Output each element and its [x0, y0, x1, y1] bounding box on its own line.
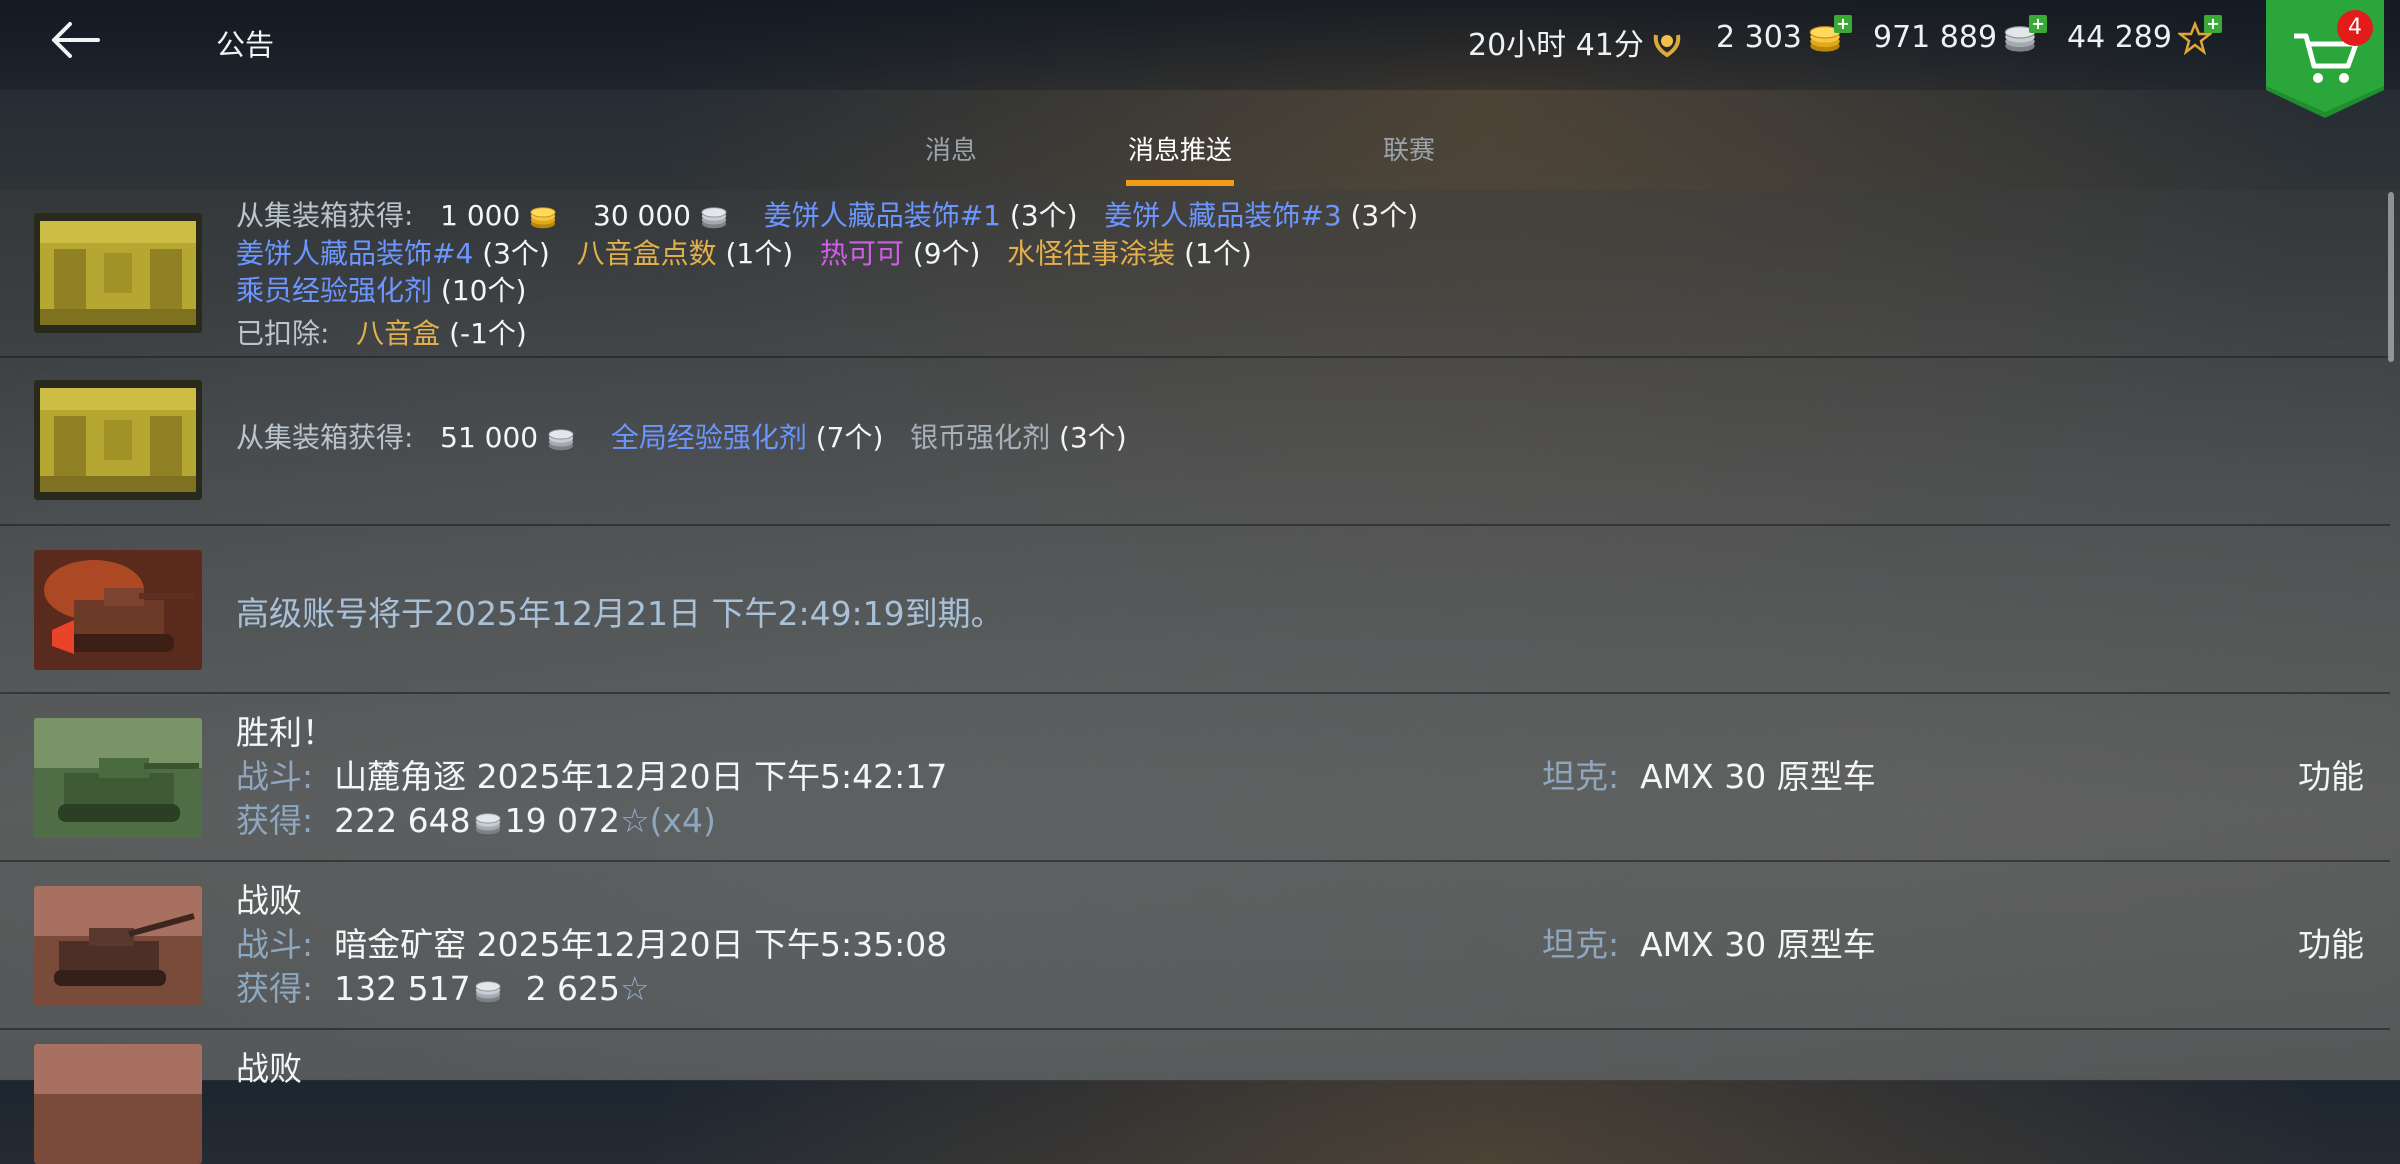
- tank-info: 坦克: AMX 30 原型车: [1542, 757, 1876, 796]
- tank-info: 坦克: AMX 30 原型车: [1542, 925, 1876, 964]
- defeat-battle-thumbnail: [34, 1044, 202, 1164]
- tab-bar: 消息 消息推送 联赛: [0, 130, 2400, 190]
- list-item[interactable]: 从集装箱获得: 51 000 全局经验强化剂 (7个) 银币强化剂 (3个): [0, 358, 2390, 526]
- message-line: 乘员经验强化剂 (10个): [236, 274, 527, 307]
- premium-laurel-icon: [1650, 25, 1684, 59]
- silver-coins-icon: [701, 207, 727, 229]
- plus-icon[interactable]: +: [2203, 14, 2222, 33]
- premium-time-value: 20小时 41分: [1468, 28, 1644, 63]
- scrollbar[interactable]: [2388, 192, 2394, 362]
- tab-message-push[interactable]: 消息推送: [1128, 130, 1232, 167]
- cart-badge: 4: [2337, 10, 2373, 46]
- container-thumbnail: [34, 213, 202, 333]
- page-title: 公告: [216, 28, 275, 62]
- silver-coins-icon: [474, 980, 501, 1003]
- gold-coins-icon: [530, 207, 556, 229]
- silver-coins-icon: [474, 812, 501, 835]
- message-list[interactable]: 从集装箱获得: 1 000 30 000 姜饼人藏品装饰#1 (3个) 姜饼人藏…: [0, 190, 2400, 1164]
- active-tab-underline: [1126, 180, 1234, 186]
- battle-result: 战败: [236, 881, 302, 920]
- silver-coins-icon: [548, 429, 574, 451]
- free-xp-star-icon: +: [2176, 14, 2222, 55]
- container-thumbnail: [34, 380, 202, 500]
- tab-messages[interactable]: 消息: [925, 130, 977, 167]
- message-line: 从集装箱获得: 51 000 全局经验强化剂 (7个) 银币强化剂 (3个): [236, 421, 1127, 454]
- back-arrow-icon[interactable]: [50, 18, 102, 62]
- defeat-battle-thumbnail: [34, 886, 202, 1006]
- battle-info: 战斗: 山麓角逐 2025年12月20日 下午5:42:17: [236, 757, 948, 796]
- silver-value: 971 889: [1873, 20, 1998, 55]
- plus-icon[interactable]: +: [1833, 14, 1852, 33]
- gold-value: 2 303: [1716, 20, 1802, 55]
- premium-account-thumbnail: [34, 550, 202, 670]
- tab-league[interactable]: 联赛: [1383, 130, 1435, 167]
- battle-result: 战败: [236, 1049, 302, 1088]
- xp-star-icon: ☆: [620, 969, 650, 1008]
- list-item[interactable]: 战败: [0, 1030, 2390, 1164]
- message-line: 从集装箱获得: 1 000 30 000 姜饼人藏品装饰#1 (3个) 姜饼人藏…: [236, 199, 1419, 232]
- gold-coins-icon: +: [1808, 14, 1852, 55]
- premium-timer[interactable]: 20小时 41分: [1468, 20, 1684, 64]
- function-button[interactable]: 功能: [2298, 918, 2364, 966]
- gold-balance[interactable]: 2 303 +: [1716, 14, 1852, 55]
- function-button[interactable]: 功能: [2298, 750, 2364, 798]
- plus-icon[interactable]: +: [2029, 14, 2048, 33]
- earned-info: 获得: 132 517 2 625☆: [236, 969, 650, 1008]
- xp-star-icon: ☆: [620, 801, 650, 840]
- list-item[interactable]: 胜利！ 战斗: 山麓角逐 2025年12月20日 下午5:42:17 获得: 2…: [0, 694, 2390, 862]
- free-xp-balance[interactable]: 44 289 +: [2067, 14, 2222, 55]
- earned-info: 获得: 222 648 19 072☆(x4): [236, 801, 716, 840]
- battle-result: 胜利！: [236, 713, 335, 752]
- message-line: 已扣除: 八音盒 (-1个): [236, 317, 527, 350]
- silver-coins-icon: +: [2003, 14, 2048, 55]
- list-item[interactable]: 高级账号将于2025年12月21日 下午2:49:19到期。: [0, 526, 2390, 694]
- list-item[interactable]: 战败 战斗: 暗金矿窑 2025年12月20日 下午5:35:08 获得: 13…: [0, 862, 2390, 1030]
- battle-info: 战斗: 暗金矿窑 2025年12月20日 下午5:35:08: [236, 925, 948, 964]
- message-line: 姜饼人藏品装饰#4 (3个) 八音盒点数 (1个) 热可可 (9个) 水怪往事涂…: [236, 237, 1252, 270]
- premium-expiry-text: 高级账号将于2025年12月21日 下午2:49:19到期。: [236, 594, 1004, 633]
- list-item[interactable]: 从集装箱获得: 1 000 30 000 姜饼人藏品装饰#1 (3个) 姜饼人藏…: [0, 190, 2390, 358]
- free-xp-value: 44 289: [2067, 20, 2172, 55]
- victory-battle-thumbnail: [34, 718, 202, 838]
- silver-balance[interactable]: 971 889 +: [1873, 14, 2048, 55]
